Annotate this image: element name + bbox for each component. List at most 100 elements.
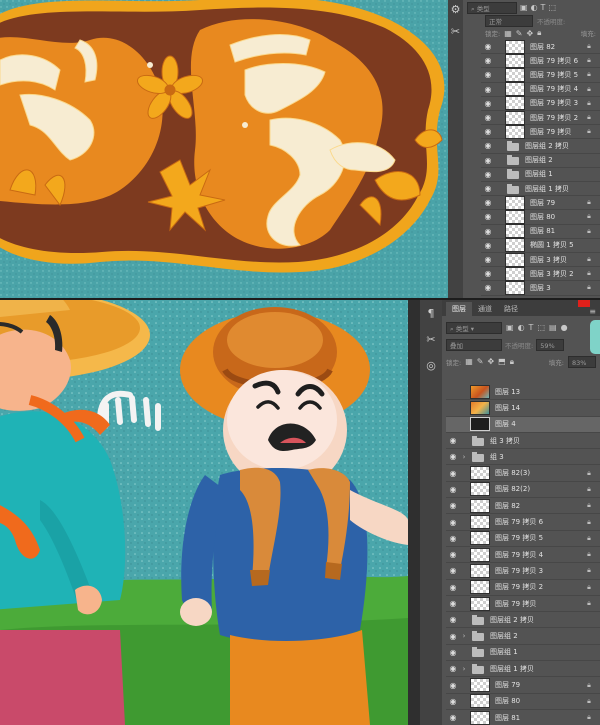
layer-row[interactable]: ◉ 图层 81 🔒︎ <box>481 224 600 239</box>
layer-row[interactable]: ◉ 图层 80 🔒︎ <box>446 694 600 710</box>
fill-input[interactable]: 83% <box>568 355 596 368</box>
eye-icon[interactable]: ◉ <box>446 664 460 673</box>
filter-type-select[interactable]: ⌕ 类型 <box>467 1 517 14</box>
layer-row[interactable]: ◉ 椭圆 1 拷贝 5 <box>481 238 600 253</box>
eye-icon[interactable]: ◉ <box>481 113 495 122</box>
lock-move-icon[interactable]: ✥ <box>526 29 533 38</box>
layer-row[interactable]: ◉ › 组 3 <box>446 449 600 466</box>
eye-icon[interactable]: ◉ <box>481 255 495 264</box>
layer-row[interactable]: ◉ 图层组 1 拷贝 <box>481 182 600 197</box>
layer-row[interactable]: ◉ 图层 81 🔒︎ <box>446 710 600 725</box>
eye-icon[interactable]: ◉ <box>446 697 460 706</box>
layer-row[interactable]: ◉ › 图层组 1 拷贝 <box>446 661 600 678</box>
layer-row[interactable]: ◉ 图层组 1 <box>446 645 600 662</box>
side-widget[interactable] <box>590 320 600 354</box>
eye-icon[interactable]: ◉ <box>446 599 460 608</box>
eye-icon[interactable]: ◉ <box>446 550 460 559</box>
filter-adjust-icon[interactable]: ◐ <box>518 323 525 332</box>
layer-row[interactable]: 图层 13 <box>446 384 600 401</box>
eye-icon[interactable]: ◉ <box>446 469 460 478</box>
eye-icon[interactable]: ◉ <box>481 170 495 179</box>
layer-row[interactable]: ◉ 图层 79 拷贝 🔒︎ <box>481 124 600 140</box>
lock-move-icon[interactable]: ✥ <box>487 357 494 366</box>
layer-row[interactable]: 图层 14 <box>446 400 600 417</box>
layer-row[interactable]: ◉ › 图层组 2 <box>446 629 600 645</box>
filter-shape-icon[interactable]: ⬚ <box>548 3 556 12</box>
layer-row[interactable]: ◉ 图层组 1 <box>481 168 600 182</box>
lock-pixels-icon[interactable]: ▦ <box>504 29 512 38</box>
eye-icon[interactable]: ◉ <box>481 141 495 150</box>
lock-artboard-icon[interactable]: ⬒ <box>498 357 506 366</box>
eye-icon[interactable]: ◉ <box>446 648 460 657</box>
eye-icon[interactable]: ◉ <box>481 212 495 221</box>
filter-type-select[interactable]: ⌕ 类型 ▾ <box>446 321 502 334</box>
layer-row[interactable]: ◉ 组 3 拷贝 <box>446 433 600 450</box>
swatches-icon[interactable]: ◎ <box>420 356 442 374</box>
layer-row[interactable]: ◉ 图层 3 拷贝 2 🔒︎ <box>481 266 600 282</box>
layer-row[interactable]: ◉ 图层 82 🔒︎ <box>481 39 600 55</box>
lock-paint-icon[interactable]: ✎ <box>477 357 484 366</box>
eye-icon[interactable]: ◉ <box>481 56 495 65</box>
brush-settings-icon[interactable]: ✂ <box>420 330 442 348</box>
paragraph-icon[interactable]: ¶ <box>420 304 442 322</box>
opacity-input[interactable]: 59% <box>536 338 565 351</box>
eye-icon[interactable]: ◉ <box>446 485 460 494</box>
eye-icon[interactable]: ◉ <box>446 615 460 624</box>
layer-row[interactable]: ◉ 图层 79 拷贝 3 🔒︎ <box>481 96 600 111</box>
eye-icon[interactable]: ◉ <box>481 283 495 292</box>
tab-paths[interactable]: 路径 <box>498 302 524 316</box>
layer-row[interactable]: ◉ 图层 79 拷贝 5 🔒︎ <box>481 67 600 83</box>
eye-icon[interactable]: ◉ <box>446 583 460 592</box>
filter-pixel-icon[interactable]: ▣ <box>520 3 528 12</box>
eye-icon[interactable]: ◉ <box>446 534 460 543</box>
layer-row[interactable]: ◉ 图层组 2 拷贝 <box>446 612 600 629</box>
filter-smart-icon[interactable]: ▤ <box>549 323 557 332</box>
eye-icon[interactable]: ◉ <box>481 184 495 193</box>
layer-row[interactable]: ◉ 图层组 2 拷贝 <box>481 139 600 154</box>
layer-row[interactable]: ◉ 图层 79 拷贝 6 🔒︎ <box>446 514 600 531</box>
layer-row[interactable]: ◉ 图层 82(3) 🔒︎ <box>446 466 600 482</box>
eye-icon[interactable]: ◉ <box>481 70 495 79</box>
layer-row[interactable]: ◉ 图层 79 拷贝 2 🔒︎ <box>446 580 600 596</box>
layer-row[interactable]: ◉ 图层 79 🔒︎ <box>481 195 600 211</box>
eye-icon[interactable]: ◉ <box>481 227 495 236</box>
eye-icon[interactable]: ◉ <box>446 713 460 722</box>
chevron-right-icon[interactable]: › <box>460 632 468 640</box>
layer-row[interactable]: ◉ 图层 79 拷贝 4 🔒︎ <box>446 547 600 564</box>
eye-icon[interactable]: ◉ <box>481 198 495 207</box>
layer-row[interactable]: ◉ 图层 79 拷贝 6 🔒︎ <box>481 53 600 69</box>
eye-icon[interactable]: ◉ <box>481 99 495 108</box>
filter-shape-icon[interactable]: ⬚ <box>537 323 545 332</box>
filter-pixel-icon[interactable]: ▣ <box>506 323 514 332</box>
chevron-right-icon[interactable]: › <box>460 453 468 461</box>
layer-row[interactable]: ◉ 图层 79 拷贝 🔒︎ <box>446 596 600 613</box>
eye-icon[interactable]: ◉ <box>446 452 460 461</box>
blend-mode-select[interactable]: 叠加 <box>446 338 502 351</box>
eye-icon[interactable]: ◉ <box>481 85 495 94</box>
layer-row[interactable]: ◉ 图层 80 🔒︎ <box>481 209 600 225</box>
lock-paint-icon[interactable]: ✎ <box>516 29 523 38</box>
layer-row[interactable]: ◉ 图层 79 拷贝 2 🔒︎ <box>481 110 600 126</box>
eye-icon[interactable]: ◉ <box>446 681 460 690</box>
eye-icon[interactable]: ◉ <box>446 566 460 575</box>
eye-icon[interactable]: ◉ <box>481 241 495 250</box>
eye-icon[interactable]: ◉ <box>481 42 495 51</box>
canvas-illustration[interactable] <box>0 300 408 725</box>
lock-pixels-icon[interactable]: ▦ <box>465 357 473 366</box>
lock-all-icon[interactable]: 🔒︎ <box>510 357 514 367</box>
chevron-right-icon[interactable]: › <box>460 665 468 673</box>
tab-layers[interactable]: 图层 <box>446 302 472 316</box>
canvas-scrollbar[interactable] <box>408 300 420 725</box>
blend-mode-select[interactable]: 正常 <box>485 14 533 27</box>
layer-row[interactable]: ◉ 图层 82(2) 🔒︎ <box>446 482 600 499</box>
layer-row[interactable]: ◉ 图层组 2 <box>481 154 600 168</box>
layer-row[interactable]: ◉ 图层 79 拷贝 3 🔒︎ <box>446 563 600 580</box>
layer-row[interactable]: ◉ 图层 82 🔒︎ <box>446 498 600 515</box>
panel-menu-icon[interactable]: ≡ <box>589 307 596 316</box>
canvas-title-artwork[interactable] <box>0 0 448 298</box>
eye-icon[interactable]: ◉ <box>446 518 460 527</box>
layer-row[interactable]: ◉ 图层 79 拷贝 5 🔒︎ <box>446 531 600 547</box>
layer-row[interactable]: 图层 4 <box>446 416 600 433</box>
filter-adjust-icon[interactable]: ◐ <box>531 3 538 12</box>
layer-row[interactable]: ◉ 图层 3 🔒︎ <box>481 280 600 296</box>
